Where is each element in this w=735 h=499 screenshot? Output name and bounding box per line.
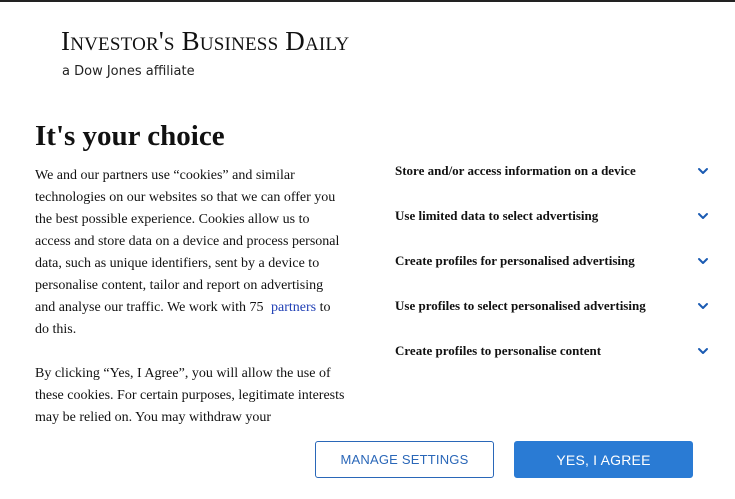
chevron-down-icon[interactable] <box>697 255 709 267</box>
chevron-down-icon[interactable] <box>697 345 709 357</box>
consent-heading: It's your choice <box>35 120 225 152</box>
purpose-store-access-info[interactable]: Store and/or access information on a dev… <box>395 148 713 193</box>
purpose-use-profiles-advertising[interactable]: Use profiles to select personalised adve… <box>395 283 713 328</box>
agree-button[interactable]: YES, I AGREE <box>514 441 693 478</box>
chevron-down-icon[interactable] <box>697 300 709 312</box>
consent-paragraph-1: We and our partners use “cookies” and si… <box>35 165 345 341</box>
purpose-label: Use profiles to select personalised adve… <box>395 297 646 313</box>
top-border <box>0 0 735 2</box>
purpose-label: Store and/or access information on a dev… <box>395 162 636 178</box>
purpose-profiles-personalised-advertising[interactable]: Create profiles for personalised adverti… <box>395 238 713 283</box>
purpose-label: Use limited data to select advertising <box>395 207 599 223</box>
consent-description: We and our partners use “cookies” and si… <box>35 165 345 427</box>
chevron-down-icon[interactable] <box>697 210 709 222</box>
purpose-profiles-personalise-content[interactable]: Create profiles to personalise content <box>395 328 713 373</box>
purpose-label: Create profiles for personalised adverti… <box>395 252 635 268</box>
purpose-limited-data-advertising[interactable]: Use limited data to select advertising <box>395 193 713 238</box>
paragraph-1-text: We and our partners use “cookies” and si… <box>35 168 340 315</box>
chevron-down-icon[interactable] <box>697 165 709 177</box>
partners-link[interactable]: partners <box>271 300 316 315</box>
consent-paragraph-2: By clicking “Yes, I Agree”, you will all… <box>35 366 345 425</box>
logo-subtitle: a Dow Jones affiliate <box>62 64 195 79</box>
purposes-list: Store and/or access information on a dev… <box>395 148 713 373</box>
brand-logo: Investor's Business Daily a Dow Jones af… <box>61 27 349 79</box>
purpose-label: Create profiles to personalise content <box>395 342 602 358</box>
manage-settings-button[interactable]: MANAGE SETTINGS <box>315 441 494 478</box>
logo-title: Investor's Business Daily <box>61 26 350 56</box>
